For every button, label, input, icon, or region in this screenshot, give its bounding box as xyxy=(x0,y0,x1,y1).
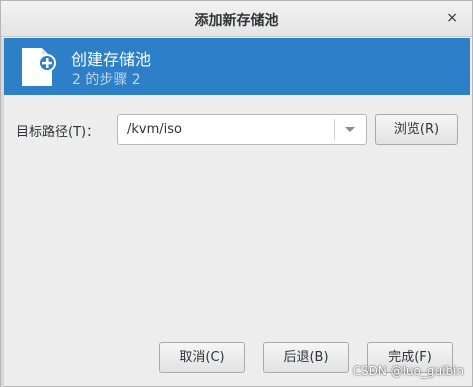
cancel-button[interactable]: 取消(C) xyxy=(159,342,245,373)
window-title: 添加新存储池 xyxy=(194,13,279,29)
target-path-value[interactable]: /kvm/iso xyxy=(127,122,182,137)
chevron-down-icon[interactable] xyxy=(344,126,356,134)
close-icon[interactable]: × xyxy=(446,10,458,26)
target-path-combobox[interactable]: /kvm/iso xyxy=(117,114,367,145)
watermark: CSDN @luo_guibin xyxy=(352,364,464,378)
wizard-banner: 创建存储池 2 的步骤 2 xyxy=(4,38,470,95)
new-document-icon xyxy=(22,48,56,86)
back-button[interactable]: 后退(B) xyxy=(263,342,349,373)
add-storage-pool-dialog: 添加新存储池 × 创建存储池 2 的步骤 2 目标路径(T)： /kvm/iso… xyxy=(0,0,473,387)
wizard-heading: 创建存储池 xyxy=(71,50,152,69)
target-path-label: 目标路径(T)： xyxy=(16,125,100,140)
combobox-divider xyxy=(334,119,335,140)
browse-button[interactable]: 浏览(R) xyxy=(375,114,458,145)
wizard-step-indicator: 2 的步骤 2 xyxy=(72,72,141,88)
title-bar: 添加新存储池 × xyxy=(1,1,472,37)
